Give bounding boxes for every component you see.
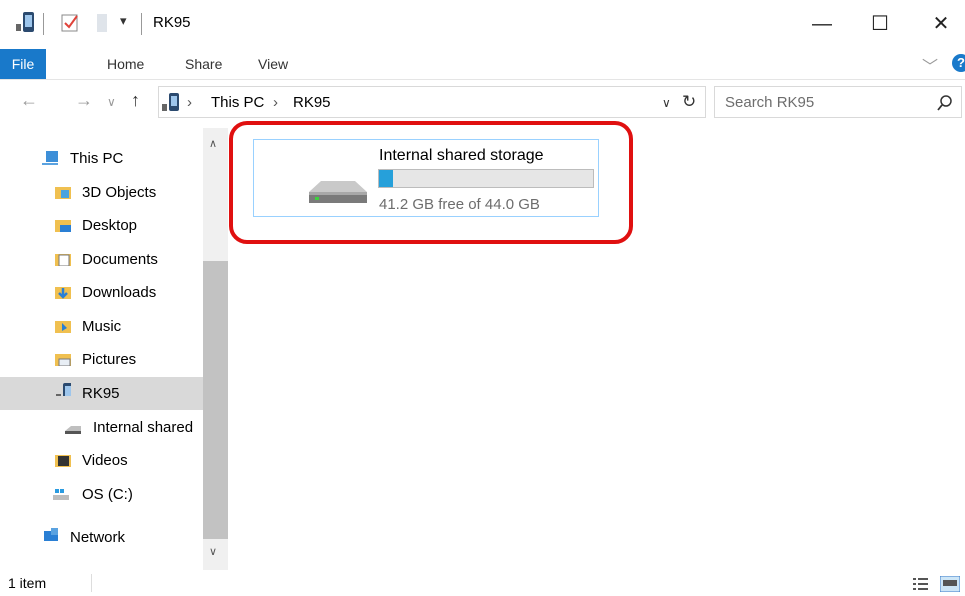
close-button[interactable]: ✕ — [921, 10, 961, 40]
videos-folder-icon — [55, 455, 71, 467]
scroll-down-icon[interactable]: ∨ — [209, 545, 217, 558]
back-button[interactable]: ← — [20, 90, 38, 111]
sidebar-item-downloads[interactable]: Downloads — [0, 276, 203, 309]
refresh-icon[interactable]: ↻ — [682, 92, 696, 112]
sidebar-item-os-c[interactable]: OS (C:) — [0, 478, 203, 511]
tab-view[interactable]: View — [258, 49, 288, 79]
ribbon-tabs: File Home Share View ﹀ ? — [0, 49, 965, 80]
sidebar-item-music[interactable]: Music — [0, 310, 203, 343]
window-title: RK95 — [153, 14, 191, 31]
network-icon — [44, 528, 58, 541]
sidebar-item-3d-objects[interactable]: 3D Objects — [0, 176, 203, 209]
music-folder-icon — [55, 321, 71, 333]
sidebar-item-rk95[interactable]: RK95 — [0, 377, 203, 410]
downloads-folder-icon — [55, 287, 71, 299]
search-box[interactable]: Search RK95 — [714, 86, 962, 118]
3d-objects-icon — [55, 187, 71, 199]
recent-locations-icon[interactable]: ∨ — [107, 95, 116, 109]
separator — [91, 574, 92, 592]
forward-button[interactable]: → — [75, 90, 93, 111]
sidebar-item-internal-shared[interactable]: Internal shared — [0, 411, 203, 444]
tab-share[interactable]: Share — [185, 49, 222, 79]
breadcrumb-rk95[interactable]: RK95 — [293, 94, 331, 111]
details-view-icon[interactable] — [913, 577, 929, 591]
new-folder-icon[interactable] — [95, 12, 111, 34]
desktop-folder-icon — [55, 220, 71, 232]
computer-icon — [42, 151, 58, 165]
separator — [141, 13, 142, 35]
pictures-folder-icon — [55, 354, 71, 366]
device-icon — [56, 383, 71, 396]
help-icon[interactable]: ? — [952, 54, 965, 72]
up-button[interactable]: ↑ — [131, 90, 140, 111]
address-dropdown-icon[interactable]: ∨ — [662, 96, 671, 110]
breadcrumb-this-pc[interactable]: This PC — [211, 94, 264, 111]
search-icon[interactable] — [937, 95, 953, 111]
minimize-button[interactable]: — — [802, 10, 842, 40]
breadcrumb-separator-icon[interactable]: › — [273, 94, 278, 111]
search-input[interactable]: Search RK95 — [725, 94, 814, 111]
sidebar-item-videos[interactable]: Videos — [0, 444, 203, 477]
maximize-button[interactable]: ☐ — [860, 10, 900, 40]
status-bar: 1 item — [0, 571, 965, 596]
item-count: 1 item — [8, 575, 47, 591]
title-bar: ▾ RK95 — ☐ ✕ — [0, 0, 965, 47]
scroll-up-icon[interactable]: ∧ — [209, 137, 217, 150]
address-bar[interactable]: › This PC › RK95 ∨ ↻ — [158, 86, 706, 118]
highlight-annotation — [229, 121, 633, 244]
sidebar-item-network[interactable]: Network — [0, 521, 203, 554]
sidebar-item-pictures[interactable]: Pictures — [0, 343, 203, 376]
breadcrumb-separator-icon[interactable]: › — [187, 94, 192, 111]
sidebar-item-this-pc[interactable]: This PC — [0, 142, 203, 175]
customize-quick-access-icon[interactable]: ▾ — [120, 13, 127, 29]
navigation-pane: This PC 3D Objects Desktop Documents Dow… — [0, 125, 228, 571]
expand-ribbon-icon[interactable]: ﹀ — [922, 53, 938, 77]
sidebar-item-desktop[interactable]: Desktop — [0, 209, 203, 242]
separator — [43, 13, 44, 35]
drive-icon — [65, 426, 81, 434]
tab-home[interactable]: Home — [107, 49, 144, 79]
large-icons-view-icon[interactable] — [940, 576, 960, 592]
tab-file[interactable]: File — [0, 49, 46, 79]
device-icon — [162, 93, 179, 111]
device-icon[interactable] — [14, 11, 36, 35]
nav-scrollbar-thumb[interactable] — [203, 261, 228, 539]
documents-folder-icon — [55, 254, 71, 266]
sidebar-item-documents[interactable]: Documents — [0, 243, 203, 276]
properties-icon[interactable] — [60, 12, 82, 34]
windows-drive-icon — [53, 489, 69, 500]
